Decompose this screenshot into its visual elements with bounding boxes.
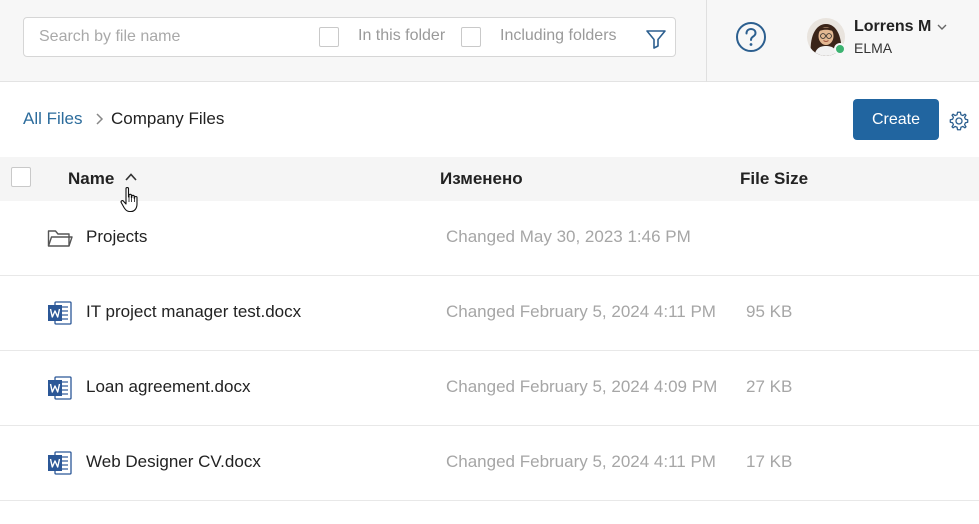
- column-header-name[interactable]: Name: [68, 169, 114, 189]
- user-name[interactable]: Lorrens M: [854, 18, 931, 36]
- select-all-checkbox[interactable]: [11, 167, 31, 187]
- folder-icon: [47, 230, 73, 247]
- sort-ascending-icon[interactable]: [124, 171, 138, 183]
- top-bar: In this folder Including folders Lorrens…: [0, 0, 979, 82]
- column-header-modified[interactable]: Изменено: [440, 169, 523, 189]
- table-row[interactable]: Projects Changed May 30, 2023 1:46 PM: [0, 201, 979, 276]
- search-input[interactable]: [24, 18, 314, 56]
- table-row[interactable]: IT project manager test.docx Changed Feb…: [0, 276, 979, 351]
- file-modified: Changed February 5, 2024 4:11 PM: [446, 452, 716, 471]
- file-modified: Changed February 5, 2024 4:11 PM: [446, 302, 716, 321]
- word-document-icon: [48, 301, 72, 325]
- chevron-down-icon[interactable]: [936, 21, 948, 33]
- online-status-dot: [834, 43, 846, 55]
- word-document-icon: [48, 376, 72, 400]
- hand-pointer-cursor-icon: [120, 186, 138, 213]
- help-icon[interactable]: [735, 21, 767, 53]
- filter-icon[interactable]: [644, 27, 668, 51]
- file-name[interactable]: Loan agreement.docx: [86, 377, 250, 397]
- file-size: 17 KB: [746, 452, 793, 471]
- column-header-size[interactable]: File Size: [740, 169, 808, 189]
- user-organization: ELMA: [854, 40, 893, 56]
- breadcrumb-all-files[interactable]: All Files: [23, 109, 83, 129]
- word-document-icon: [48, 451, 72, 475]
- gear-icon[interactable]: [948, 110, 970, 132]
- file-size: 95 KB: [746, 302, 793, 321]
- including-folders-checkbox[interactable]: [461, 27, 481, 47]
- file-name[interactable]: Projects: [86, 227, 147, 247]
- chevron-right-icon: [96, 113, 104, 125]
- search-box: In this folder Including folders: [23, 17, 676, 57]
- create-button[interactable]: Create: [853, 99, 939, 140]
- including-folders-label: Including folders: [500, 27, 617, 44]
- header-divider: [706, 0, 707, 82]
- file-size: 27 KB: [746, 377, 793, 396]
- file-modified: Changed May 30, 2023 1:46 PM: [446, 227, 691, 246]
- in-this-folder-label: In this folder: [358, 27, 446, 44]
- in-this-folder-checkbox[interactable]: [319, 27, 339, 47]
- file-name[interactable]: IT project manager test.docx: [86, 302, 301, 322]
- breadcrumb-current: Company Files: [111, 109, 225, 128]
- table-header: Name Изменено File Size: [0, 157, 979, 201]
- file-name[interactable]: Web Designer CV.docx: [86, 452, 261, 472]
- table-row[interactable]: Web Designer CV.docx Changed February 5,…: [0, 426, 979, 501]
- table-row[interactable]: Loan agreement.docx Changed February 5, …: [0, 351, 979, 426]
- file-modified: Changed February 5, 2024 4:09 PM: [446, 377, 718, 396]
